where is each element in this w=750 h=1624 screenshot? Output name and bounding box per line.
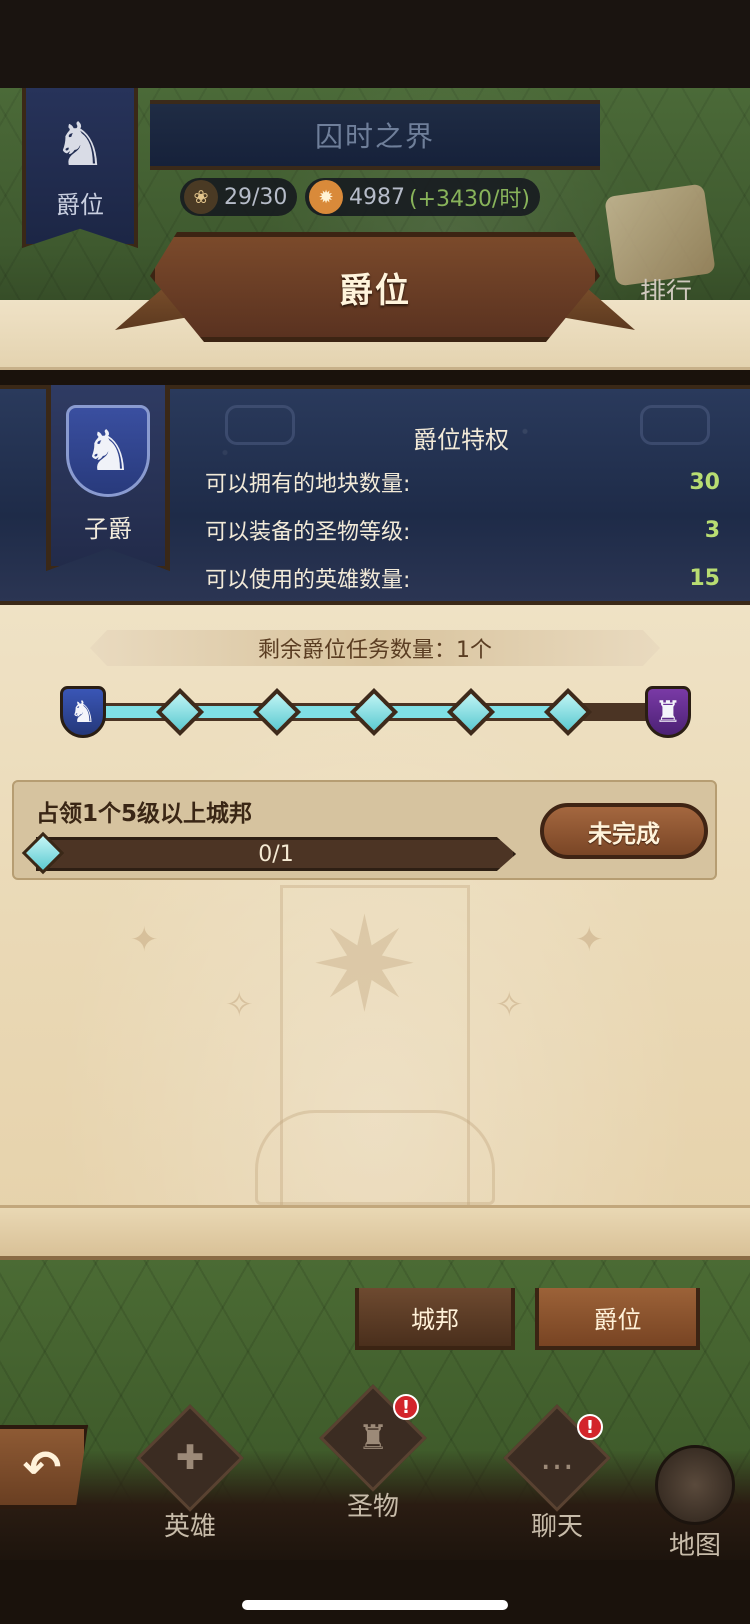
privilege-row: 可以使用的英雄数量: 15 (205, 561, 720, 595)
star-icon: ✦ (575, 920, 604, 960)
task-status-label: 未完成 (588, 819, 660, 848)
tab-cities[interactable]: 城邦 (355, 1288, 515, 1350)
map-icon[interactable] (655, 1445, 735, 1525)
star-icon: ✧ (495, 985, 524, 1025)
star-icon: ✦ (130, 920, 159, 960)
fire-rate: (+3430/时) (409, 187, 531, 212)
task-progress-bar: 0/1 (36, 837, 516, 871)
star-emblem-icon: ✷ (310, 889, 419, 1041)
tab-rank[interactable]: 爵位 (535, 1288, 700, 1350)
back-arrow-icon: ↶ (22, 1440, 62, 1494)
parchment-bottom-edge (0, 1205, 750, 1260)
current-rank-label: 子爵 (84, 515, 132, 543)
back-button[interactable]: ↶ (0, 1425, 88, 1509)
nav-relics[interactable]: ♜ ! 圣物 (313, 1384, 433, 1530)
area-title-bar: 囚时之界 (150, 100, 600, 170)
current-rank-banner: ♞ 子爵 (46, 385, 170, 571)
privilege-value: 30 (689, 469, 720, 495)
nav-map-label: 地图 (668, 1531, 721, 1561)
current-rank-shield-icon: ♞ (60, 686, 106, 738)
privilege-value: 15 (689, 565, 720, 591)
notification-badge: ! (577, 1414, 603, 1440)
star-icon: ✧ (225, 985, 254, 1025)
fire-count: 4987 (349, 184, 405, 210)
tab-rank-label: 爵位 (593, 1305, 642, 1334)
rank-banner-button[interactable]: ♞ 爵位 (22, 88, 138, 248)
privilege-label: 可以使用的英雄数量: (205, 568, 411, 593)
privilege-row: 可以拥有的地块数量: 30 (205, 465, 720, 499)
privilege-value: 3 (704, 517, 720, 543)
task-status-button[interactable]: 未完成 (540, 803, 708, 859)
panel-title-plaque: 爵位 (150, 232, 600, 342)
tab-cities-label: 城邦 (411, 1305, 459, 1334)
remaining-tasks-bar: 剩余爵位任务数量：1个 (90, 630, 660, 666)
task-title: 占领1个5级以上城邦 (36, 801, 253, 827)
nav-chat[interactable]: … ! 聊天 (497, 1404, 617, 1550)
knot-ornament-left (225, 405, 295, 445)
rank-banner-label: 爵位 (56, 191, 104, 219)
fire-icon: ✹ (309, 180, 343, 214)
home-indicator[interactable] (242, 1600, 508, 1610)
area-title: 囚时之界 (314, 120, 435, 153)
hero-icon: ✚ (136, 1404, 244, 1512)
lotus-icon: ❀ (184, 180, 218, 214)
privilege-title: 爵位特权 (413, 426, 509, 454)
knot-ornament-right (640, 405, 710, 445)
privilege-row: 可以装备的圣物等级: 3 (205, 513, 720, 547)
notification-badge: ! (393, 1394, 419, 1420)
privilege-label: 可以拥有的地块数量: (205, 472, 411, 497)
land-resource: ❀ 29/30 (180, 178, 298, 216)
remaining-tasks-text: 剩余爵位任务数量：1个 (258, 638, 492, 663)
bottom-safe-area (0, 1560, 750, 1624)
knight-icon: ♞ (53, 110, 107, 180)
task-progress-text: 0/1 (258, 841, 294, 867)
nav-heroes[interactable]: ✚ 英雄 (130, 1404, 250, 1550)
next-rank-shield-icon: ♜ (645, 686, 691, 738)
panel-title: 爵位 (339, 270, 411, 311)
status-bar-area (0, 0, 750, 88)
land-count: 29/30 (224, 184, 288, 210)
fire-resource: ✹ 4987 (+3430/时) (305, 178, 541, 216)
privilege-label: 可以装备的圣物等级: (205, 520, 411, 545)
knight-shield-icon: ♞ (66, 405, 150, 497)
monument-base-decoration (255, 1110, 495, 1205)
